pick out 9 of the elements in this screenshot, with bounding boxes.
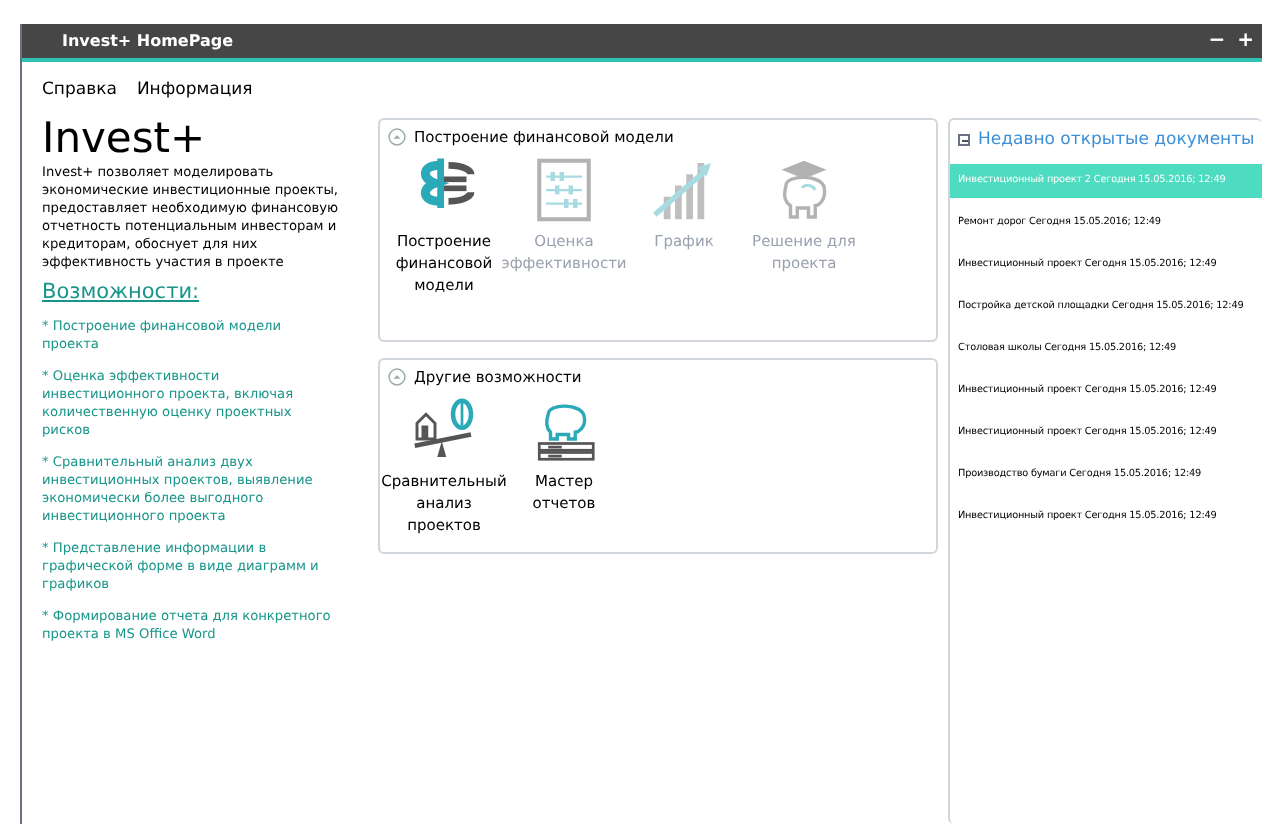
- maximize-button[interactable]: +: [1237, 31, 1254, 51]
- menu-item[interactable]: Информация: [136, 74, 253, 106]
- collapse-icon[interactable]: [958, 134, 970, 147]
- panel-title: Недавно открытые документы: [978, 128, 1255, 154]
- window-title: Invest+ HomePage: [62, 29, 234, 53]
- app-title: Invest+: [42, 114, 208, 162]
- menu-item[interactable]: Справка: [42, 74, 117, 106]
- minimize-button[interactable]: −: [1208, 31, 1226, 51]
- features-link[interactable]: Возможности:: [42, 278, 200, 310]
